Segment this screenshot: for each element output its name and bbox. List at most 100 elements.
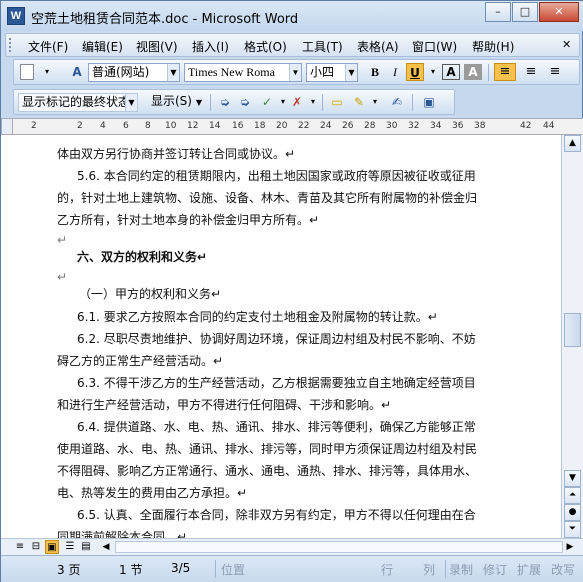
show-menu-label: 显示(S) [151,94,192,108]
horizontal-ruler[interactable]: 2 2 4 6 8 10 12 14 16 18 20 22 24 26 28 … [13,118,583,135]
menu-view[interactable]: 视图(V) [136,38,178,55]
prev-page-icon[interactable]: ⏶ [564,487,581,504]
styles-icon[interactable]: A [68,63,86,81]
style-combo[interactable]: 普通(网站) ▼ [88,63,180,82]
menu-table[interactable]: 表格(A) [357,38,399,55]
browse-object-icon[interactable]: ● [564,504,581,521]
char-shading-icon[interactable]: A [464,64,482,80]
ruler-tab-selector[interactable] [1,118,13,135]
doc-line: 6.1. 要求乙方按照本合同的约定支付土地租金及附属物的转让款。↵ [77,310,438,324]
new-doc-dropdown-icon[interactable]: ▾ [38,63,56,81]
track-changes-icon[interactable]: ✍ [388,93,406,111]
ruler-tick: 32 [408,121,420,131]
underline-button[interactable]: U [406,63,424,81]
menu-grip[interactable] [9,38,13,52]
next-page-icon[interactable]: ⏷ [564,521,581,538]
bold-button[interactable]: B [366,63,384,81]
display-mode-combo[interactable]: 显示标记的最终状态 ▼ [18,93,138,112]
status-revise[interactable]: 修订 [483,561,507,578]
menu-edit[interactable]: 编辑(E) [82,38,123,55]
vertical-scrollbar[interactable]: ▲ ▼ ⏶ ● ⏷ [561,135,583,538]
show-menu-dropdown-icon: ▼ [195,98,202,107]
scroll-left-icon[interactable]: ◀ [99,540,113,554]
status-overwrite[interactable]: 改写 [551,561,575,578]
doc-line: 的，针对土地上建筑物、设施、设备、林木、青苗及其它所有附属物的补偿金归 [57,191,478,205]
status-separator [445,560,446,578]
ruler-tick: 20 [276,121,288,131]
menu-window[interactable]: 窗口(W) [412,38,457,55]
show-menu-button[interactable]: 显示(S) ▼ [148,93,206,112]
word-app-icon[interactable]: W [7,7,25,25]
doc-line: ↵ [57,233,68,247]
status-page: 3 页 [57,563,81,577]
reject-dropdown-icon[interactable]: ▾ [304,93,322,111]
size-combo[interactable]: 小四 ▼ [306,63,358,82]
web-view-icon[interactable]: ⊟ [29,540,43,554]
ruler-tick: 18 [254,121,266,131]
reviewing-pane-icon[interactable]: ▣ [420,93,438,111]
status-record[interactable]: 录制 [449,561,473,578]
menu-tools[interactable]: 工具(T) [302,38,343,55]
doc-line: 电、热等发生的费用由乙方承担。↵ [57,486,248,500]
status-page-of: 3/5 [171,561,191,575]
maximize-button[interactable]: □ [512,2,538,22]
reading-view-icon[interactable]: ▤ [79,540,93,554]
scroll-right-icon[interactable]: ▶ [563,540,577,554]
normal-view-icon[interactable]: ≡ [13,540,27,554]
font-dropdown-icon[interactable]: ▼ [289,64,301,81]
style-value: 普通(网站) [92,65,150,79]
font-combo[interactable]: Times New Roma ▼ [184,63,302,82]
formatting-toolbar: ▾ A 普通(网站) ▼ Times New Roma ▼ 小四 ▼ B I U… [13,59,580,85]
align-left-icon[interactable]: ≡ [494,63,516,81]
outline-view-icon[interactable]: ☰ [63,540,77,554]
char-border-icon[interactable]: A [442,64,460,80]
print-view-icon[interactable]: ▣ [45,540,59,554]
menu-insert[interactable]: 插入(I) [192,38,229,55]
next-change-icon[interactable]: ➭ [236,93,254,111]
close-document-icon[interactable]: ✕ [562,38,571,51]
subsection-heading: （一）甲方的权利和义务↵ [79,287,222,301]
scroll-up-icon[interactable]: ▲ [564,135,581,152]
doc-line: 和进行生产经营活动，甲方不得进行任何阻碍、干涉和影响。↵ [57,398,392,412]
menu-bar: 文件(F) 编辑(E) 视图(V) 插入(I) 格式(O) 工具(T) 表格(A… [5,33,580,57]
window-title: 空荒土地租赁合同范本.doc - Microsoft Word [31,12,299,27]
horizontal-scroll-track[interactable] [115,541,563,553]
ruler-tick: 30 [386,121,398,131]
doc-line: 使用道路、水、电、热、通讯、排水、排污等，同时甲方须保证周边村组及村民 [57,442,478,456]
comment-icon[interactable]: ▭ [328,93,346,111]
close-button[interactable]: ✕ [539,2,579,22]
ruler-tick: 4 [100,121,106,131]
reviewing-toolbar: 显示标记的最终状态 ▼ 显示(S) ▼ ➭ ➭ ✓ ▾ ✗ ▾ ▭ ✎ ▾ ✍ … [13,89,455,115]
minimize-button[interactable]: – [485,2,511,22]
scroll-thumb[interactable] [564,313,581,347]
doc-line: 6.4. 提供道路、水、电、热、通讯、排水、排污等便利，确保乙方能够正常 [77,420,476,434]
ruler-tick: 36 [452,121,464,131]
new-doc-icon[interactable] [20,64,34,80]
ruler-tick: 2 [77,121,83,131]
status-extend[interactable]: 扩展 [517,561,541,578]
doc-line: 6.3. 不得干涉乙方的生产经营活动，乙方根据需要独立自主地确定经营项目 [77,376,476,390]
doc-line: 5.6. 本合同约定的租赁期限内，出租土地因国家或政府等原因被征收或征用 [77,169,476,183]
menu-help[interactable]: 帮助(H) [472,38,514,55]
underline-dropdown-icon[interactable]: ▾ [424,63,442,81]
ruler-tick: 34 [430,121,442,131]
italic-button[interactable]: I [386,63,404,81]
scroll-down-icon[interactable]: ▼ [564,470,581,487]
previous-change-icon[interactable]: ➭ [216,93,234,111]
document-page[interactable]: 体由双方另行协商并签订转让合同或协议。↵ 5.6. 本合同约定的租赁期限内，出租… [1,135,561,538]
center-icon[interactable]: ≡ [520,63,542,81]
ruler-tick: 22 [298,121,310,131]
align-right-icon[interactable]: ≡ [544,63,566,81]
menu-format[interactable]: 格式(O) [244,38,287,55]
style-dropdown-icon[interactable]: ▼ [167,64,179,81]
menu-file[interactable]: 文件(F) [28,38,68,55]
highlight-dropdown-icon[interactable]: ▾ [366,93,384,111]
ruler-tick: 38 [474,121,486,131]
size-dropdown-icon[interactable]: ▼ [345,64,357,81]
display-mode-value: 显示标记的最终状态 [22,95,131,109]
status-section: 1 节 [119,563,143,577]
doc-line: 同期满前解除本合同。↵ [57,530,188,538]
display-mode-dropdown-icon[interactable]: ▼ [125,94,137,111]
doc-line: 6.5. 认真、全面履行本合同，除非双方另有约定，甲方不得以任何理由在合 [77,508,476,522]
ruler-tick: 14 [209,121,221,131]
